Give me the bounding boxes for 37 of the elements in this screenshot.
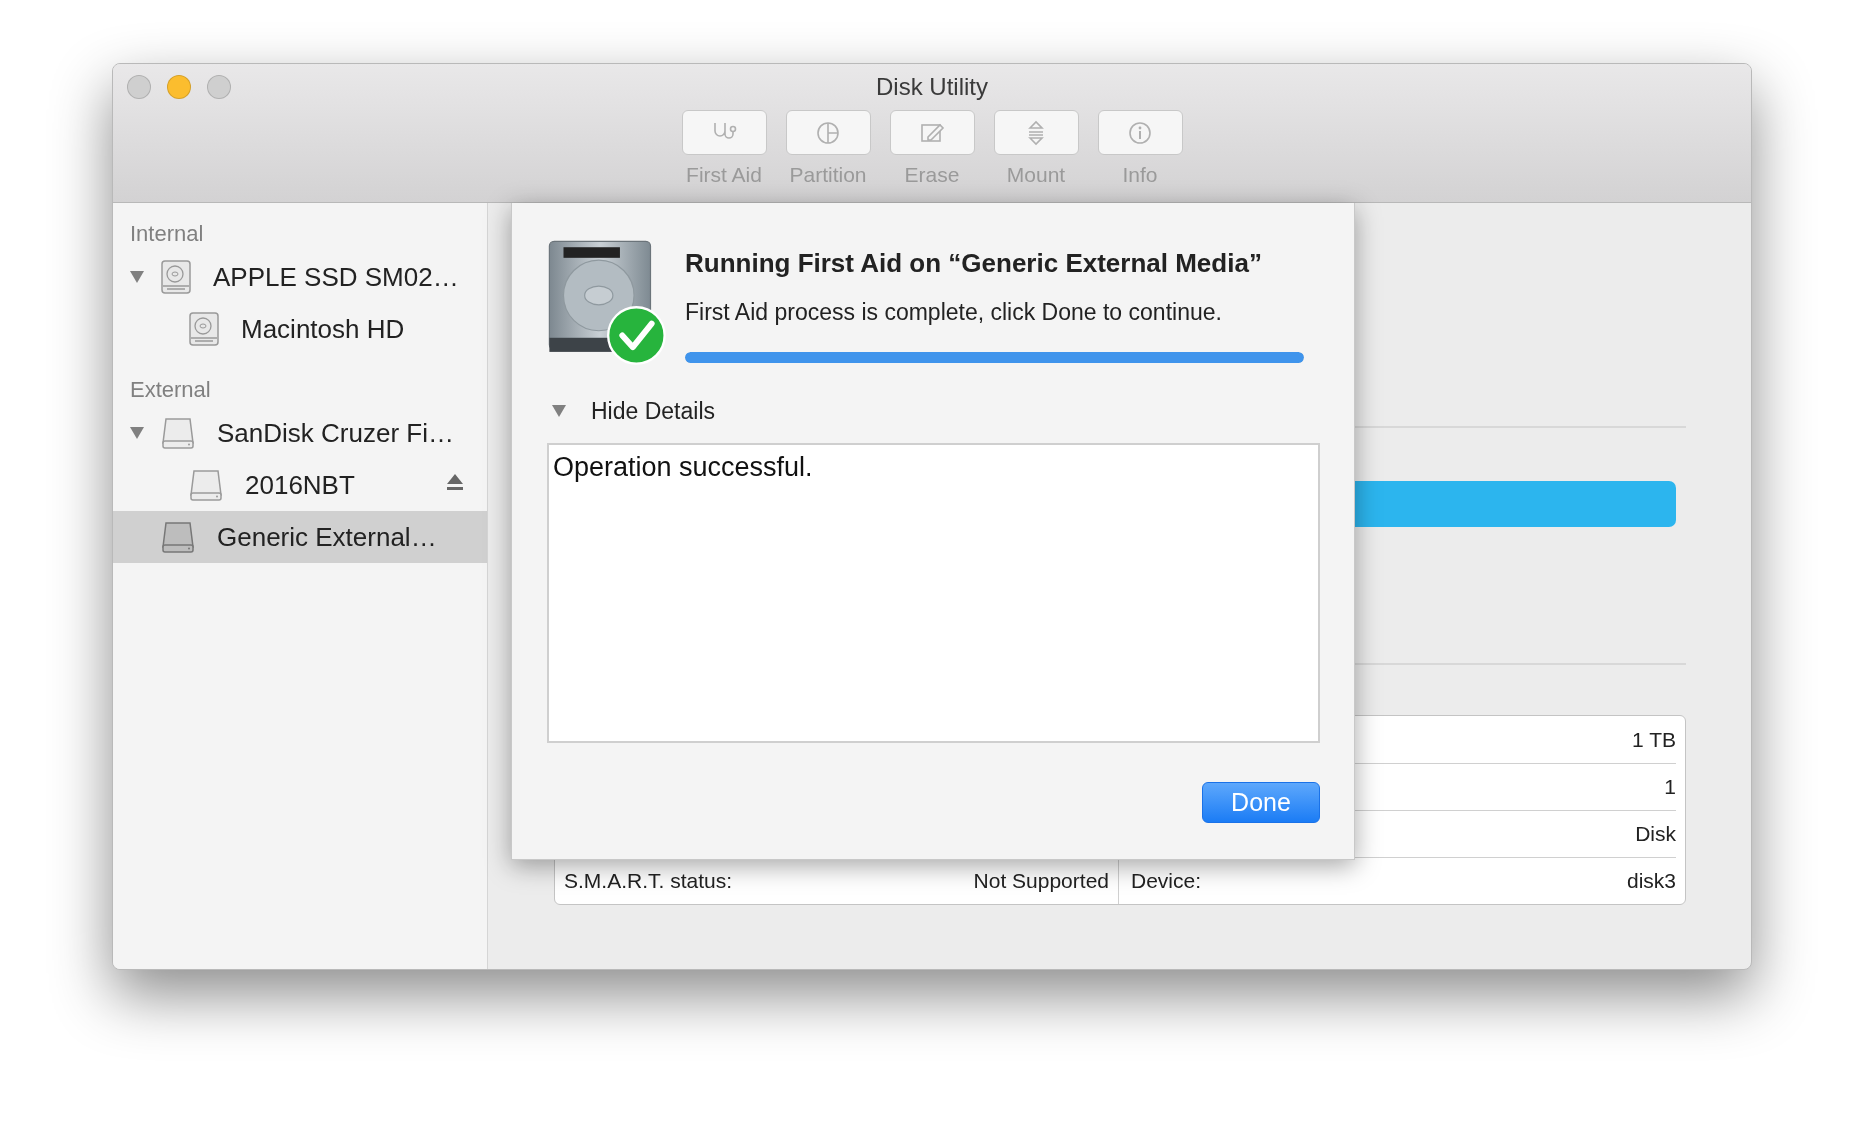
details-log: Operation successful. xyxy=(547,442,1320,743)
disclosure-triangle-icon[interactable] xyxy=(551,404,567,419)
field-value: 1 TB xyxy=(1632,726,1676,753)
sidebar-item[interactable]: Macintosh HD xyxy=(113,303,487,355)
field-value: disk3 xyxy=(1626,868,1676,895)
field-label: Device: xyxy=(1131,868,1202,895)
close-button[interactable] xyxy=(127,75,151,99)
drive-check-icon xyxy=(547,239,667,366)
window-title: Disk Utility xyxy=(876,73,988,100)
sidebar-item[interactable]: 2016NBT xyxy=(113,459,487,511)
toolbar-label: Mount xyxy=(1006,162,1066,188)
field-value: Not Supported xyxy=(973,868,1109,895)
minimize-button[interactable] xyxy=(167,75,191,99)
drive-icon xyxy=(161,417,195,449)
disclosure-triangle-icon[interactable] xyxy=(129,426,145,440)
field-label: S.M.A.R.T. status: xyxy=(564,868,733,895)
sidebar-item[interactable]: Generic External… xyxy=(113,511,487,563)
dialog-message: First Aid process is complete, click Done to continue. xyxy=(685,298,1223,327)
dialog-title: Running First Aid on “Generic External Media” xyxy=(685,247,1263,280)
details-toggle[interactable]: Hide Details xyxy=(591,394,715,429)
sidebar-item[interactable]: SanDisk Cruzer Fi… xyxy=(113,407,487,459)
toolbar-label: Partition xyxy=(789,162,867,188)
zoom-button[interactable] xyxy=(207,75,231,99)
section-header: Internal xyxy=(129,220,205,248)
sidebar-item[interactable]: APPLE SSD SM02… xyxy=(113,251,487,303)
drive-icon xyxy=(161,521,195,553)
drive-icon xyxy=(189,469,223,501)
hard-drive-icon xyxy=(161,260,191,294)
hard-drive-icon xyxy=(189,312,219,346)
field-value: 1 xyxy=(1664,774,1676,801)
toolbar-label: Info xyxy=(1122,162,1158,188)
section-header: External xyxy=(129,376,212,404)
eject-icon[interactable] xyxy=(446,473,464,491)
toolbar-label: First Aid xyxy=(686,162,762,188)
toolbar-label: Erase xyxy=(904,162,960,188)
disclosure-triangle-icon[interactable] xyxy=(129,270,145,284)
field-value: Disk xyxy=(1635,821,1676,848)
